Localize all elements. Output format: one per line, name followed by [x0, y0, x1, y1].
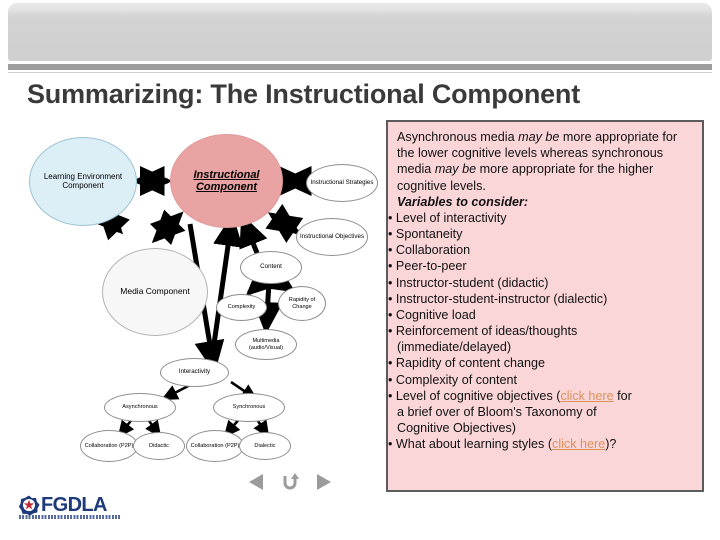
page-title: Summarizing: The Instructional Component — [27, 79, 581, 109]
node-label: Collaboration (P2P) — [84, 442, 134, 449]
intro-emphasis-2: may be — [434, 162, 477, 177]
node-synchronous[interactable]: Synchronous — [213, 393, 285, 422]
node-complexity[interactable]: Complexity — [216, 294, 267, 321]
list-item: • Reinforcement of ideas/thoughts — [388, 324, 578, 339]
node-label: Instructional Strategies — [310, 178, 374, 186]
node-multimedia[interactable]: Multimedia (audio/Visual) — [235, 329, 297, 360]
intro-part1: Asynchronous media — [397, 130, 519, 144]
bullet-text: Collaboration — [395, 243, 471, 258]
concept-diagram: Learning Environment Component Instructi… — [0, 118, 390, 478]
node-label: Didactic — [149, 442, 169, 449]
list-item-learning-styles: • What about learning styles (click here… — [388, 437, 617, 452]
node-media-component[interactable]: Media Component — [102, 248, 208, 336]
list-item: • Collaboration — [388, 243, 471, 258]
node-instructional-strategies[interactable]: Instructional Strategies — [306, 164, 378, 202]
header-divider-strip — [8, 64, 712, 70]
header-underline — [8, 72, 712, 73]
learning-styles-link[interactable]: click here — [552, 437, 605, 451]
return-icon[interactable] — [281, 472, 299, 497]
bullet-text: Complexity of content — [395, 372, 518, 387]
bloom-taxonomy-link[interactable]: click here — [560, 389, 613, 403]
node-label: Asynchronous — [122, 404, 158, 411]
node-async-didactic[interactable]: Didactic — [133, 432, 185, 460]
node-instructional-objectives[interactable]: Instructional Objectives — [296, 218, 368, 256]
bullet-text-after: for — [613, 388, 632, 403]
variables-panel: Asynchronous media may be more appropria… — [386, 120, 704, 492]
node-label: Complexity — [227, 304, 256, 311]
node-sync-collaboration-p2p[interactable]: Collaboration (P2P) — [186, 430, 244, 462]
star-emblem-icon — [18, 495, 40, 516]
node-label: Media Component — [120, 286, 190, 297]
title-placeholder-bar — [8, 3, 712, 61]
fgdla-tagline — [19, 515, 121, 519]
list-item: • Instructor-student (didactic) — [388, 275, 549, 290]
node-interactivity[interactable]: Interactivity — [160, 358, 229, 387]
list-item: • Level of interactivity — [388, 210, 507, 225]
node-label: Content — [260, 263, 282, 271]
list-item-cognitive-objectives: • Level of cognitive objectives (click h… — [388, 388, 632, 403]
list-item: • Rapidity of content change — [388, 356, 546, 371]
node-async-collaboration-p2p[interactable]: Collaboration (P2P) — [80, 430, 138, 462]
list-item: • Instructor-student-instructor (dialect… — [388, 291, 608, 306]
list-item: • Cognitive load — [388, 307, 476, 322]
bullet-text: Level of cognitive objectives ( — [395, 388, 561, 403]
bullet-text: Instructor-student-instructor (dialectic… — [395, 291, 608, 306]
node-label: Dialectic — [254, 442, 276, 449]
bullet-text: What about learning styles ( — [395, 437, 553, 452]
bullet-text: Level of interactivity — [395, 210, 507, 225]
node-label: Learning Environment Component — [43, 171, 123, 190]
list-item: • Peer-to-peer — [388, 259, 467, 274]
bullet-text: Cognitive load — [395, 307, 476, 322]
slide-navigation — [248, 472, 332, 496]
fgdla-wordmark: FGDLA — [41, 494, 107, 516]
bullet-text-after: )? — [605, 437, 617, 452]
list-item-continuation: (immediate/delayed) — [397, 340, 512, 355]
node-label: Instructional Objectives — [300, 232, 364, 240]
node-learning-environment-component[interactable]: Learning Environment Component — [29, 137, 137, 226]
bullet-text: Instructor-student (didactic) — [395, 275, 549, 290]
bullet-text: Rapidity of content change — [395, 356, 546, 371]
fgdla-logo: FGDLA — [18, 490, 122, 524]
list-item-continuation: Cognitive Objectives) — [397, 421, 516, 436]
bullet-text: Spontaneity — [395, 227, 463, 242]
variables-heading: Variables to consider: — [397, 194, 529, 209]
previous-slide-icon[interactable] — [248, 472, 266, 497]
bullet-text: Peer-to-peer — [395, 259, 467, 274]
node-rapidity-of-change[interactable]: Rapidity of Change — [278, 286, 326, 321]
slide: Summarizing: The Instructional Component — [0, 0, 720, 540]
bullet-text: Reinforcement of ideas/thoughts — [395, 324, 578, 339]
node-content[interactable]: Content — [240, 251, 302, 284]
node-label: Multimedia (audio/Visual) — [248, 338, 284, 351]
list-item-continuation: a brief over of Bloom's Taxonomy of — [397, 404, 597, 419]
node-label: Collaboration (P2P) — [190, 442, 240, 449]
node-label: Interactivity — [178, 368, 211, 376]
node-asynchronous[interactable]: Asynchronous — [104, 393, 176, 422]
list-item: • Complexity of content — [388, 372, 518, 387]
node-label: Synchronous — [232, 404, 266, 411]
node-label: Instructional Component — [193, 168, 260, 193]
list-item: • Spontaneity — [388, 227, 463, 242]
node-instructional-component[interactable]: Instructional Component — [170, 134, 283, 228]
panel-intro-paragraph: Asynchronous media may be more appropria… — [397, 129, 695, 194]
variables-list: • Level of interactivity • Spontaneity •… — [388, 210, 695, 453]
intro-emphasis-1: may be — [518, 130, 560, 144]
next-slide-icon[interactable] — [314, 472, 332, 497]
node-label: Rapidity of Change — [288, 297, 316, 310]
node-sync-dialectic[interactable]: Dialectic — [239, 432, 291, 460]
